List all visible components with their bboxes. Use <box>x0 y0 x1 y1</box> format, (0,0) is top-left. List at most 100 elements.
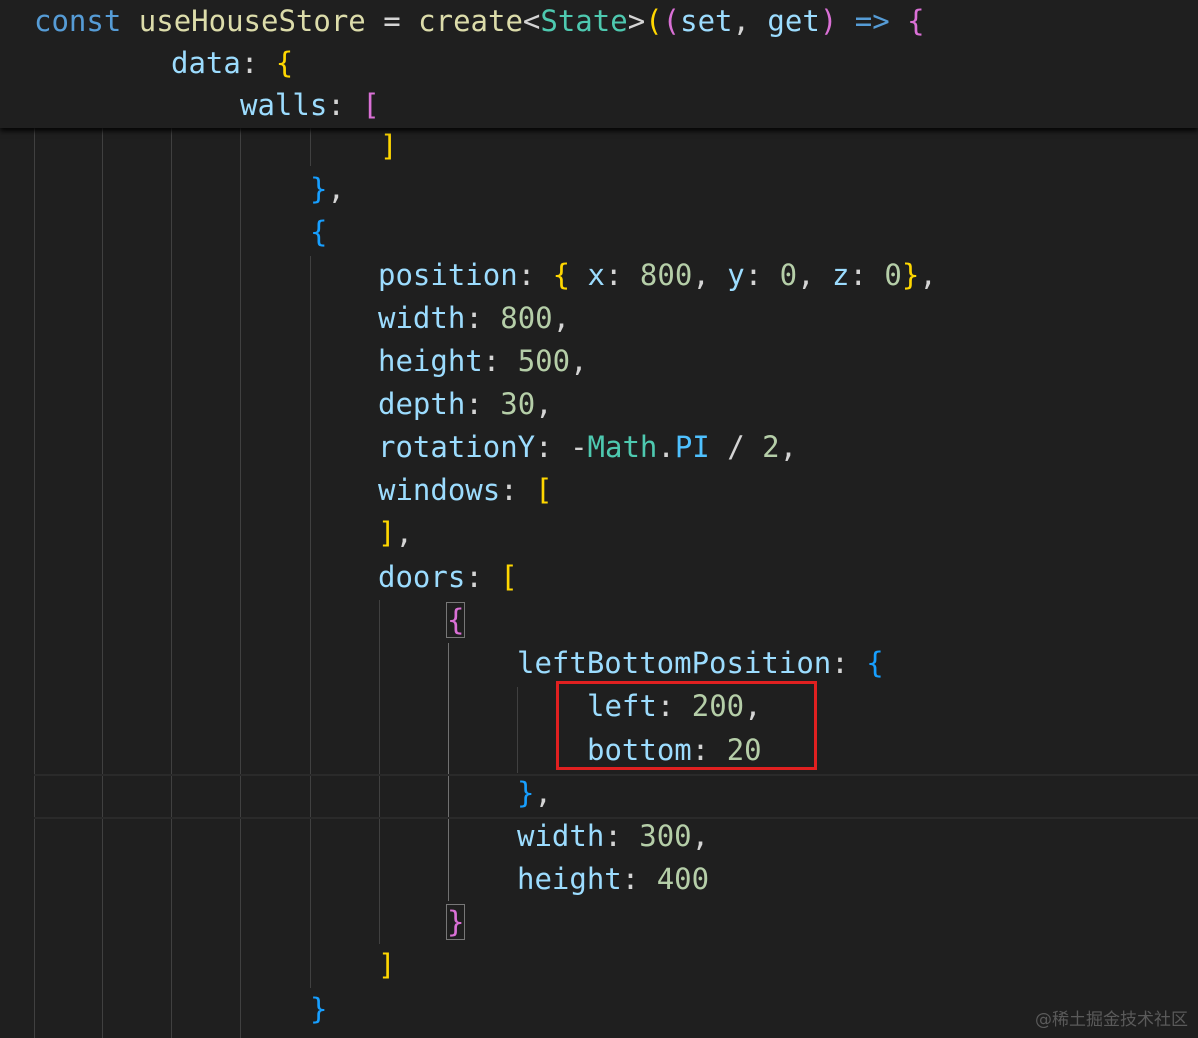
punct: < <box>522 4 541 38</box>
brace: { <box>552 258 571 292</box>
watermark: @稀土掘金技术社区 <box>1035 1010 1188 1030</box>
current-line-highlight <box>34 774 1198 819</box>
key: x <box>570 258 605 292</box>
number: 400 <box>656 862 710 896</box>
bracket: ] <box>380 129 398 163</box>
indent-guide <box>34 128 35 1038</box>
brace: { <box>907 4 925 38</box>
number: 2 <box>762 430 780 464</box>
sticky-line-3[interactable]: walls: [ <box>240 84 380 127</box>
colon: : <box>605 258 640 292</box>
prop: leftBottomPosition <box>517 646 832 680</box>
indent-guide-active <box>448 643 449 901</box>
prop: windows <box>378 473 501 507</box>
prop: width <box>517 819 605 853</box>
function-call: create <box>418 4 523 38</box>
brace: } <box>310 172 328 206</box>
indent-guide <box>310 256 311 988</box>
code-line-17: width: 300, <box>517 815 709 858</box>
colon: : <box>465 560 501 594</box>
punct: , <box>779 430 798 464</box>
key: z <box>832 258 850 292</box>
keyword: const <box>34 4 122 38</box>
brace: { <box>310 215 328 249</box>
code-line-21: } <box>310 988 327 1031</box>
prop: height <box>517 862 622 896</box>
colon: : <box>517 258 553 292</box>
punct: , <box>732 4 768 38</box>
number: 30 <box>500 387 536 421</box>
code-line-8: rotationY: -Math.PI / 2, <box>378 426 797 469</box>
colon: : <box>621 862 657 896</box>
key: y <box>727 258 745 292</box>
operator: = <box>365 4 419 38</box>
param: get <box>767 4 820 38</box>
arrow: => <box>854 4 890 38</box>
code-line-12: { <box>445 599 466 642</box>
prop: width <box>378 301 466 335</box>
paren: ) <box>819 4 838 38</box>
colon: : <box>535 430 571 464</box>
punct: , <box>552 301 571 335</box>
punct: , <box>327 172 345 206</box>
function-name: useHouseStore <box>138 4 366 38</box>
colon: : <box>849 258 885 292</box>
code-line-4: position: { x: 800, y: 0, z: 0}, <box>378 254 937 297</box>
number: 800 <box>639 258 693 292</box>
number: 0 <box>779 258 798 292</box>
colon: : <box>744 258 780 292</box>
paren: ( <box>662 4 681 38</box>
brace: { <box>866 646 884 680</box>
object: Math <box>587 430 658 464</box>
bracket: [ <box>535 473 553 507</box>
sticky-scroll-header[interactable]: const useHouseStore = create<State>((set… <box>0 0 1198 128</box>
punct: , <box>692 258 728 292</box>
brace-match: { <box>445 602 466 638</box>
colon: : <box>327 88 363 122</box>
bracket: ] <box>378 948 396 982</box>
punct: , <box>797 258 833 292</box>
code-line-7: depth: 30, <box>378 383 553 426</box>
indent-guide <box>102 128 103 1038</box>
code-line-1: ] <box>380 125 397 168</box>
number: 300 <box>639 819 692 853</box>
sticky-line-2[interactable]: data: { <box>171 42 293 85</box>
colon: : <box>465 387 501 421</box>
number: 500 <box>517 344 571 378</box>
punct: , <box>535 387 553 421</box>
indent-guide <box>517 687 518 773</box>
punct: , <box>919 258 937 292</box>
colon: : <box>482 344 518 378</box>
indent-guide <box>240 128 241 1038</box>
punct: , <box>691 819 710 853</box>
brace-match: } <box>445 904 466 940</box>
red-highlight-box <box>556 681 817 770</box>
colon: : <box>604 819 640 853</box>
number: 0 <box>884 258 902 292</box>
code-line-6: height: 500, <box>378 340 588 383</box>
brace: { <box>275 46 294 80</box>
bracket: [ <box>362 88 380 122</box>
constant: PI <box>674 430 710 464</box>
code-editor[interactable]: ] }, { position: { x: 800, y: 0, z: 0}, … <box>0 0 1198 1038</box>
prop: data <box>171 46 241 80</box>
operator: - <box>570 430 588 464</box>
code-line-18: height: 400 <box>517 858 709 901</box>
prop: position <box>378 258 518 292</box>
operator: / <box>709 430 763 464</box>
colon: : <box>240 46 276 80</box>
code-line-20: ] <box>378 944 395 987</box>
bracket: [ <box>500 560 518 594</box>
code-line-5: width: 800, <box>378 297 570 340</box>
brace: } <box>310 992 328 1026</box>
paren: ( <box>645 4 663 38</box>
prop: height <box>378 344 483 378</box>
sticky-line-1[interactable]: const useHouseStore = create<State>((set… <box>34 0 925 43</box>
prop: doors <box>378 560 466 594</box>
punct: , <box>534 776 552 810</box>
code-line-13: leftBottomPosition: { <box>517 642 884 685</box>
code-line-16: }, <box>517 772 552 815</box>
indent-guide <box>310 128 311 166</box>
code-line-19: } <box>445 901 466 944</box>
indent-guide <box>171 128 172 1038</box>
